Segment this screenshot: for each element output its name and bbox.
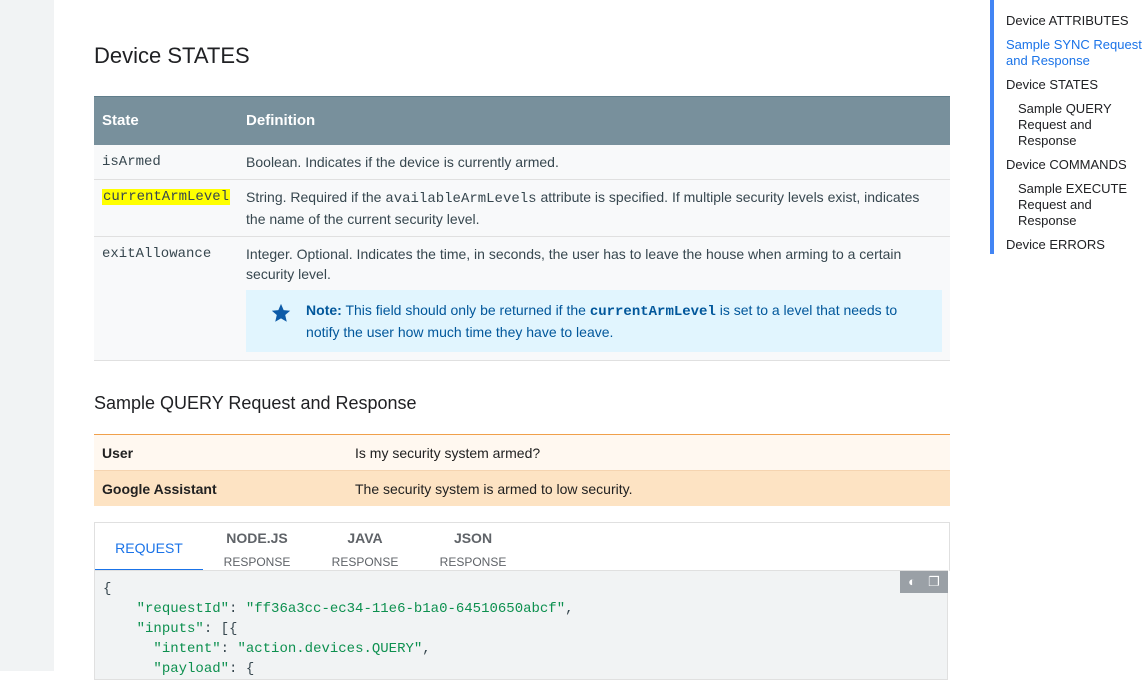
- device-states-heading: Device STATES: [94, 43, 250, 68]
- star-icon: [271, 303, 291, 322]
- toc-item-device-attributes[interactable]: Device ATTRIBUTES: [1006, 13, 1144, 29]
- note-callout: Note: This field should only be returned…: [246, 290, 942, 352]
- toc-item-device-states[interactable]: Device STATES: [1006, 77, 1144, 93]
- note-inline-code: currentArmLevel: [589, 304, 716, 320]
- toc-item-sample-execute[interactable]: Sample EXECUTE Request and Response: [1018, 181, 1138, 229]
- header-state: State: [94, 96, 239, 145]
- highlighted-state-name: currentArmLevel: [102, 189, 231, 205]
- state-definition: Boolean. Indicates if the device is curr…: [238, 145, 950, 180]
- toc-item-sample-query[interactable]: Sample QUERY Request and Response: [1018, 101, 1138, 149]
- code-line: "inputs": [{: [136, 621, 238, 637]
- state-definition: Integer. Optional. Indicates the time, i…: [238, 236, 950, 361]
- toc-item-device-commands[interactable]: Device COMMANDS: [1006, 157, 1144, 173]
- tab-nodejs-response[interactable]: NODE.JS RESPONSE: [203, 523, 311, 571]
- dialog-row-user: User Is my security system armed?: [94, 434, 950, 471]
- code-line: "payload": {: [153, 661, 255, 677]
- speaker: User: [94, 434, 347, 471]
- toc-item-device-errors[interactable]: Device ERRORS: [1006, 237, 1144, 253]
- state-definition: String. Required if the availableArmLeve…: [238, 179, 950, 237]
- table-row: isArmed Boolean. Indicates if the device…: [94, 145, 950, 180]
- states-table: State Definition isArmed Boolean. Indica…: [94, 96, 950, 361]
- state-name: isArmed: [94, 145, 239, 180]
- code-block[interactable]: { "requestId": "ff36a3cc-ec34-11e6-b1a0-…: [94, 570, 948, 680]
- code-line: {: [103, 581, 112, 597]
- utterance: The security system is armed to low secu…: [347, 470, 950, 506]
- table-row: exitAllowance Integer. Optional. Indicat…: [94, 236, 950, 361]
- code-tabs: REQUEST NODE.JS RESPONSE JAVA RESPONSE J…: [94, 522, 950, 571]
- tab-json-response[interactable]: JSON RESPONSE: [419, 523, 527, 571]
- code-line: "intent": "action.devices.QUERY",: [153, 641, 431, 657]
- toggle-dark-icon[interactable]: ◐: [904, 574, 920, 590]
- dialog-table: User Is my security system armed? Google…: [94, 434, 950, 506]
- table-row: currentArmLevel String. Required if the …: [94, 179, 950, 237]
- dialog-row-assistant: Google Assistant The security system is …: [94, 470, 950, 506]
- header-definition: Definition: [238, 96, 950, 145]
- code-line: "requestId": "ff36a3cc-ec34-11e6-b1a0-64…: [136, 601, 574, 617]
- states-table-header: State Definition: [94, 96, 950, 145]
- sample-query-heading: Sample QUERY Request and Response: [94, 393, 417, 413]
- state-name: exitAllowance: [94, 236, 239, 361]
- state-name: currentArmLevel: [94, 179, 239, 237]
- toc-item-sample-sync[interactable]: Sample SYNC Request and Response: [1006, 37, 1144, 69]
- left-gutter: [0, 0, 54, 671]
- utterance: Is my security system armed?: [347, 434, 950, 471]
- toc-indicator: [990, 0, 994, 254]
- tab-java-response[interactable]: JAVA RESPONSE: [311, 523, 419, 571]
- note-label: Note:: [306, 302, 342, 318]
- tab-request[interactable]: REQUEST: [95, 523, 203, 571]
- speaker: Google Assistant: [94, 470, 347, 506]
- inline-code: availableArmLevels: [385, 191, 537, 207]
- copy-icon[interactable]: ❐: [926, 574, 942, 590]
- code-toolbar: ◐ ❐: [900, 571, 948, 593]
